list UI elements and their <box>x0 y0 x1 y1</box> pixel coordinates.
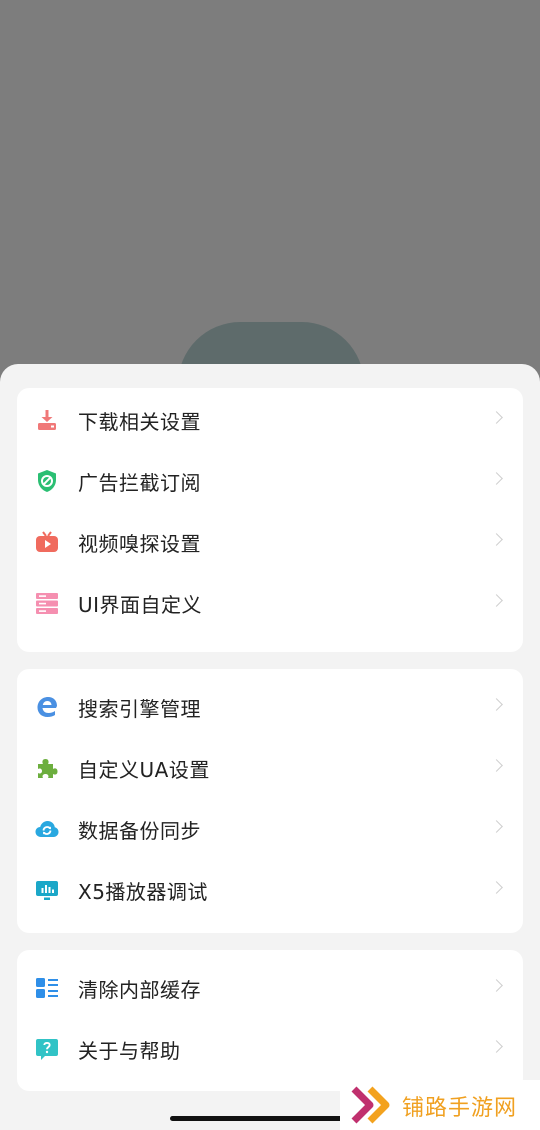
menu-item-clear-cache[interactable]: 清除内部缓存 <box>17 958 523 1019</box>
background-overlay[interactable] <box>0 0 540 412</box>
ui-layout-icon <box>35 591 59 615</box>
help-question-icon <box>35 1037 59 1061</box>
menu-item-x5-player-debug[interactable]: X5播放器调试 <box>17 860 523 921</box>
watermark-text: 铺路手游网 <box>402 1096 518 1121</box>
menu-item-label: X5播放器调试 <box>78 880 208 904</box>
chevron-right-icon <box>490 698 503 711</box>
settings-group-3: 清除内部缓存 关于与帮助 <box>17 950 523 1091</box>
edge-browser-icon <box>35 695 59 719</box>
chevron-right-icon <box>490 533 503 546</box>
menu-item-label: 数据备份同步 <box>78 819 201 843</box>
menu-item-label: 下载相关设置 <box>78 410 201 434</box>
ad-block-shield-icon <box>35 469 59 493</box>
chevron-right-icon <box>490 594 503 607</box>
double-chevron-logo <box>350 1083 396 1130</box>
cloud-sync-icon <box>35 817 59 841</box>
menu-item-download-settings[interactable]: 下载相关设置 <box>17 390 523 451</box>
chevron-right-icon <box>490 979 503 992</box>
monitor-chart-icon <box>35 878 59 902</box>
chevron-right-icon <box>490 472 503 485</box>
menu-item-data-backup-sync[interactable]: 数据备份同步 <box>17 799 523 860</box>
chevron-right-icon <box>490 1040 503 1053</box>
menu-item-about-help[interactable]: 关于与帮助 <box>17 1019 523 1080</box>
menu-item-ui-customize[interactable]: UI界面自定义 <box>17 573 523 634</box>
download-icon <box>35 408 59 432</box>
menu-item-label: 视频嗅探设置 <box>78 532 201 556</box>
chevron-right-icon <box>490 881 503 894</box>
menu-item-label: 清除内部缓存 <box>78 978 201 1002</box>
menu-item-label: 自定义UA设置 <box>78 758 210 782</box>
menu-item-label: 关于与帮助 <box>78 1039 181 1063</box>
settings-group-1: 下载相关设置 广告拦截订阅 视频嗅探设置 UI界面自定义 <box>17 388 523 652</box>
menu-item-video-sniff-settings[interactable]: 视频嗅探设置 <box>17 512 523 573</box>
watermark: 铺路手游网 <box>340 1080 540 1130</box>
grid-list-icon <box>35 976 59 1000</box>
menu-item-label: 搜索引擎管理 <box>78 697 201 721</box>
chevron-right-icon <box>490 759 503 772</box>
settings-group-2: 搜索引擎管理 自定义UA设置 数据备份同步 X5播放器调试 <box>17 669 523 933</box>
puzzle-icon <box>35 756 59 780</box>
menu-item-search-engine-management[interactable]: 搜索引擎管理 <box>17 677 523 738</box>
chevron-right-icon <box>490 820 503 833</box>
menu-item-custom-ua-settings[interactable]: 自定义UA设置 <box>17 738 523 799</box>
chevron-right-icon <box>490 411 503 424</box>
settings-bottom-sheet: 下载相关设置 广告拦截订阅 视频嗅探设置 UI界面自定义 搜索引擎管理 自定义U… <box>0 364 540 1130</box>
menu-item-label: UI界面自定义 <box>78 593 203 617</box>
tv-play-icon <box>35 530 59 554</box>
menu-item-ad-block-subscription[interactable]: 广告拦截订阅 <box>17 451 523 512</box>
menu-item-label: 广告拦截订阅 <box>78 471 201 495</box>
